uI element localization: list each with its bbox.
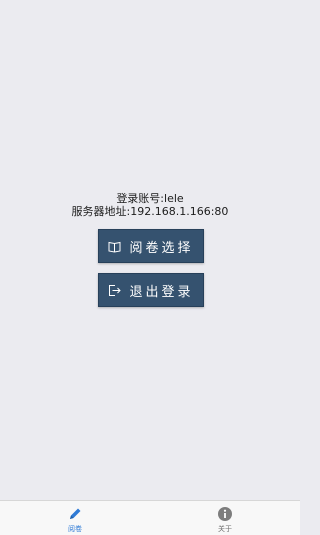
review-select-label: 阅卷选择 bbox=[129, 240, 194, 256]
tab-about[interactable]: 关于 bbox=[205, 505, 245, 535]
logout-button[interactable]: 退出登录 bbox=[98, 273, 204, 307]
account-line: 登录账号:lele bbox=[116, 192, 184, 205]
logout-icon bbox=[108, 284, 122, 297]
tab-review[interactable]: 阅卷 bbox=[55, 505, 95, 535]
pen-icon bbox=[66, 505, 84, 523]
book-icon bbox=[108, 240, 121, 253]
review-select-button[interactable]: 阅卷选择 bbox=[98, 229, 204, 263]
logout-label: 退出登录 bbox=[129, 284, 194, 300]
tab-about-label: 关于 bbox=[218, 525, 232, 533]
tab-review-label: 阅卷 bbox=[68, 525, 82, 533]
account-info: 登录账号:lele 服务器地址:192.168.1.166:80 bbox=[0, 192, 300, 218]
tab-bar: 阅卷 关于 bbox=[0, 500, 300, 535]
screen: 登录账号:lele 服务器地址:192.168.1.166:80 阅卷选择 退出… bbox=[0, 0, 300, 535]
info-icon bbox=[216, 505, 234, 523]
server-address-line: 服务器地址:192.168.1.166:80 bbox=[71, 205, 229, 218]
